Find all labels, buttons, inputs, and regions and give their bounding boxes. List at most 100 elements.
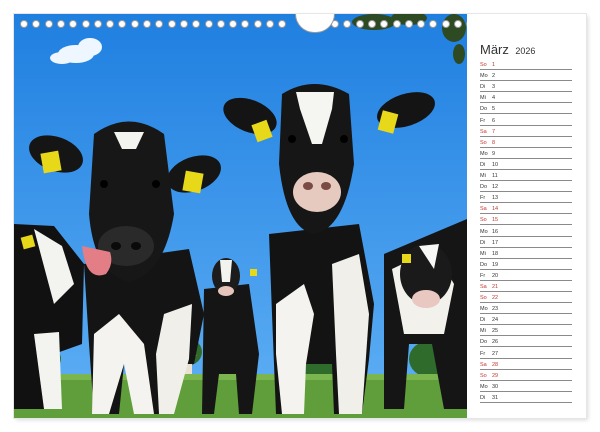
month-name: März <box>480 42 509 57</box>
day-row: Di 3 <box>480 81 572 93</box>
day-row: Do 19 <box>480 259 572 270</box>
weekday-label: Do <box>480 184 488 191</box>
weekday-label: Di <box>480 161 486 168</box>
binding-hole <box>392 20 401 28</box>
weekday-label: So <box>480 372 487 379</box>
binding-hole <box>266 20 274 28</box>
binding-hole <box>106 20 115 28</box>
day-row: So 29 <box>480 370 572 381</box>
weekday-label: Sa <box>480 361 487 368</box>
binding-hole <box>355 20 364 28</box>
binding-hole <box>20 20 28 28</box>
day-row: Fr 27 <box>480 347 572 359</box>
day-number: 6 <box>492 117 496 124</box>
day-number: 29 <box>492 372 499 379</box>
day-row: Do 26 <box>480 336 572 348</box>
day-row: So 1 <box>480 59 572 71</box>
binding-hole <box>81 20 90 28</box>
day-row: So 15 <box>480 214 572 226</box>
day-row: Mo 9 <box>480 148 572 159</box>
day-number: 14 <box>492 206 499 213</box>
day-number: 16 <box>492 228 499 235</box>
weekday-label: Mi <box>480 173 486 180</box>
day-number: 31 <box>492 394 499 401</box>
binding-hole <box>441 20 450 28</box>
day-number: 19 <box>492 261 499 268</box>
day-number: 21 <box>492 283 499 290</box>
binding-hole <box>130 20 139 28</box>
day-row: Di 24 <box>480 314 572 326</box>
binding-hole <box>429 20 438 28</box>
weekday-label: Di <box>480 239 486 246</box>
day-row: Di 17 <box>480 237 572 248</box>
day-row: Fr 6 <box>480 114 572 126</box>
day-row: Do 5 <box>480 103 572 115</box>
day-number: 8 <box>492 139 496 146</box>
weekday-label: Do <box>480 261 488 268</box>
day-row: Sa 14 <box>480 203 572 215</box>
binding-hole <box>380 20 389 28</box>
day-row: Fr 13 <box>480 192 572 204</box>
weekday-label: So <box>480 295 487 302</box>
day-number: 4 <box>492 95 496 102</box>
day-number: 22 <box>492 295 499 302</box>
binding-hole <box>216 20 225 28</box>
binding-hole <box>278 20 287 28</box>
weekday-label: Sa <box>480 206 487 213</box>
binding-hole <box>192 20 201 28</box>
weekday-label: Mo <box>480 228 488 235</box>
binding-hole <box>56 20 65 28</box>
day-row: Mi 25 <box>480 325 572 337</box>
weekday-label: Fr <box>480 272 486 279</box>
weekday-label: Fr <box>480 195 486 202</box>
day-row: Fr 20 <box>480 270 572 281</box>
day-row: Sa 28 <box>480 359 572 370</box>
binding-hole <box>229 20 238 28</box>
weekday-label: Fr <box>480 117 486 124</box>
binding-hole <box>454 20 462 28</box>
calendar-panel: März 2026 So 1 Mo 2 Di 3 Mi 4 Do 5 Fr 6 Sa 7 So 8 Mo 9 Di 1… <box>467 14 586 418</box>
day-number: 11 <box>492 173 498 180</box>
day-number: 18 <box>492 250 499 257</box>
weekday-label: Mi <box>480 95 486 102</box>
day-number: 13 <box>492 195 499 202</box>
day-number: 12 <box>492 184 499 191</box>
day-number: 9 <box>492 150 496 157</box>
day-number: 20 <box>492 272 499 279</box>
cows-illustration <box>14 14 467 418</box>
day-row: Sa 21 <box>480 281 572 292</box>
day-row: Mi 11 <box>480 170 572 182</box>
weekday-label: Mo <box>480 150 488 157</box>
day-number: 2 <box>492 73 496 80</box>
day-number: 15 <box>492 217 499 224</box>
binding-hole <box>343 20 352 28</box>
day-number: 7 <box>492 128 496 135</box>
day-number: 27 <box>492 350 499 357</box>
binding-hole <box>404 20 413 28</box>
weekday-label: Mo <box>480 306 488 313</box>
day-number: 1 <box>492 62 496 69</box>
weekday-label: Mo <box>480 383 488 390</box>
weekday-label: Di <box>480 317 486 324</box>
day-row: So 8 <box>480 137 572 148</box>
day-number: 3 <box>492 84 496 91</box>
binding-hole <box>241 20 250 28</box>
weekday-label: So <box>480 62 487 69</box>
day-number: 10 <box>492 161 499 168</box>
day-list: So 1 Mo 2 Di 3 Mi 4 Do 5 Fr 6 Sa 7 So 8 Mo 9 Di 10 Mi 11 Do 12 F… <box>480 59 572 403</box>
binding-hole <box>32 20 41 28</box>
day-row: Mo 2 <box>480 70 572 82</box>
day-number: 23 <box>492 306 499 313</box>
month-year: 2026 <box>515 46 536 56</box>
binding-hole <box>155 20 164 28</box>
binding-hole <box>204 20 213 28</box>
day-row: Mo 23 <box>480 303 572 315</box>
day-row: Mi 4 <box>480 92 572 104</box>
weekday-label: So <box>480 139 487 146</box>
day-number: 24 <box>492 317 499 324</box>
day-row: Di 31 <box>480 392 572 403</box>
weekday-label: Sa <box>480 283 487 290</box>
hanger-hook <box>295 14 335 33</box>
binding-hole <box>253 20 262 28</box>
day-number: 28 <box>492 361 499 368</box>
